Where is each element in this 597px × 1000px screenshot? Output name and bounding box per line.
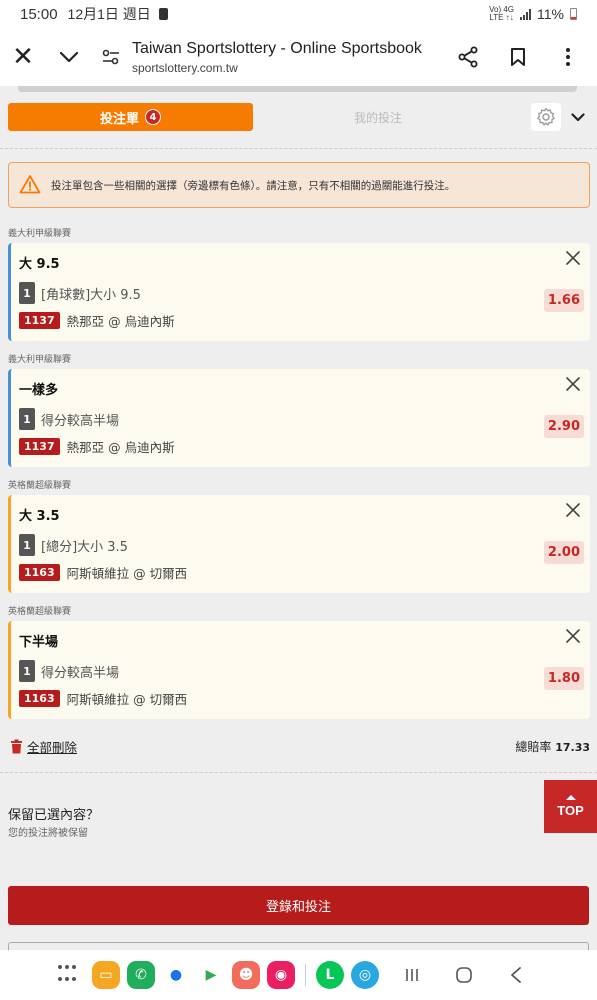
status-date: 12月1日 週日 [67, 6, 151, 22]
page-title: Taiwan Sportslottery - Online Sportsbook [132, 39, 422, 57]
leg-number: 1 [19, 534, 35, 556]
bet-card: 下半場 1 得分較高半場 1163 阿斯頓維拉 @ 切爾西 1.80 [8, 621, 590, 719]
selection-title: 一樣多 [19, 383, 59, 398]
match-name: 熱那亞 @ 烏迪內斯 [66, 440, 175, 455]
leg-number: 1 [19, 282, 35, 304]
keep-selections-title: 保留已選內容？ [8, 808, 100, 823]
login-and-bet-button[interactable]: 登錄和投注 [8, 886, 589, 925]
warning-text: 投注單包含一些相關的選擇（旁邊標有色條）。請注意，只有不相關的過關能進行投注。 [51, 179, 456, 192]
warning-icon [19, 174, 41, 197]
signal-icon [520, 8, 532, 20]
app-drawer-icon[interactable] [58, 965, 78, 985]
selection-title: 下半場 [19, 635, 59, 650]
match-id-badge: 1137 [19, 438, 60, 455]
match-id-badge: 1137 [19, 312, 60, 329]
share-icon[interactable] [445, 34, 491, 80]
page-url[interactable]: sportslottery.com.tw [132, 61, 445, 75]
bookmark-icon[interactable] [495, 34, 541, 80]
leg-number: 1 [19, 408, 35, 430]
bet-card: 一樣多 1 得分較高半場 1137 熱那亞 @ 烏迪內斯 2.90 [8, 369, 590, 467]
browser-toolbar: ✕ Taiwan Sportslottery - Online Sportsbo… [0, 28, 597, 86]
remove-selection-close-icon[interactable] [564, 249, 582, 267]
selection-title: 大 3.5 [19, 509, 60, 524]
remove-selection-close-icon[interactable] [564, 627, 582, 645]
league-label: 英格蘭超級聯賽 [8, 481, 72, 491]
back-to-top-button[interactable]: TOP [544, 780, 597, 833]
divider [0, 772, 597, 773]
league-label: 義大利甲級聯賽 [8, 355, 72, 365]
phone-app-icon[interactable]: ✆ [127, 961, 155, 989]
betslip-tabs: 投注單 4 我的投注 [8, 100, 591, 134]
bet-card: 大 3.5 1 [總分]大小 3.5 1163 阿斯頓維拉 @ 切爾西 2.00 [8, 495, 590, 593]
odds-value: 1.80 [543, 667, 584, 690]
match-name: 熱那亞 @ 烏迪內斯 [66, 314, 175, 329]
remove-selection-close-icon[interactable] [564, 501, 582, 519]
tab-betslip[interactable]: 投注單 4 [8, 103, 253, 131]
match-id-badge: 1163 [19, 690, 60, 707]
battery-percent: 11% [537, 6, 564, 22]
scroll-edge [18, 86, 577, 92]
site-settings-icon[interactable] [92, 34, 130, 80]
messages-app-icon[interactable]: ● [162, 961, 190, 989]
notification-icon [158, 8, 168, 20]
market-name: 得分較高半場 [41, 665, 120, 681]
trash-icon [11, 739, 22, 753]
close-icon[interactable]: ✕ [0, 34, 46, 80]
total-odds-value: 17.33 [555, 740, 590, 754]
match-name: 阿斯頓維拉 @ 切爾西 [66, 566, 188, 581]
market-name: [總分]大小 3.5 [41, 539, 128, 555]
bet-card: 大 9.5 1 [角球數]大小 9.5 1137 熱那亞 @ 烏迪內斯 1.66 [8, 243, 590, 341]
collapse-chevron-icon[interactable] [567, 103, 589, 131]
gear-icon[interactable] [531, 103, 561, 131]
divider [0, 148, 597, 149]
related-selections-warning: 投注單包含一些相關的選擇（旁邊標有色條）。請注意，只有不相關的過關能進行投注。 [8, 162, 590, 208]
delete-all-button[interactable]: 全部刪除 [10, 737, 77, 756]
nav-divider [305, 964, 306, 986]
odds-value: 2.90 [543, 415, 584, 438]
betslip-page: 投注單 4 我的投注 投注單包含一些相關的選擇（旁邊標有色條）。請注意，只有不相… [0, 86, 597, 950]
chevron-down-icon[interactable] [46, 34, 92, 80]
files-app-icon[interactable]: ▭ [92, 961, 120, 989]
status-bar: 15:00 12月1日 週日 Vo) 4G LTE ↑↓ 11% [0, 0, 597, 28]
keep-selections-subtitle: 您的投注將被保留 [8, 828, 88, 839]
back-icon[interactable] [490, 966, 542, 984]
play-store-icon[interactable]: ▶ [197, 961, 225, 989]
market-name: 得分較高半場 [41, 413, 120, 429]
arrow-up-icon [565, 795, 576, 800]
odds-value: 1.66 [543, 289, 584, 312]
league-label: 義大利甲級聯賽 [8, 229, 72, 239]
odds-value: 2.00 [543, 541, 584, 564]
selection-title: 大 9.5 [19, 257, 60, 272]
remove-selection-close-icon[interactable] [564, 375, 582, 393]
camera-app-icon[interactable]: ◉ [267, 961, 295, 989]
next-section-edge [8, 942, 589, 950]
contacts-app-icon[interactable]: ☻ [232, 961, 260, 989]
betslip-footer: 全部刪除 總賠率 17.33 [10, 736, 590, 756]
market-name: [角球數]大小 9.5 [41, 287, 141, 303]
total-odds: 總賠率 17.33 [515, 739, 590, 754]
home-icon[interactable] [438, 966, 490, 984]
line-app-icon[interactable]: L [316, 961, 344, 989]
status-time: 15:00 [20, 5, 58, 23]
more-options-icon[interactable] [545, 34, 591, 80]
leg-number: 1 [19, 660, 35, 682]
battery-icon [570, 8, 577, 20]
betslip-count-badge: 4 [145, 109, 161, 125]
recent-apps-icon[interactable] [386, 967, 438, 983]
android-navigation-bar: ▭ ✆ ● ▶ ☻ ◉ L ◎ [0, 950, 597, 1000]
match-id-badge: 1163 [19, 564, 60, 581]
tab-my-bets[interactable]: 我的投注 [253, 109, 503, 126]
browser-app-icon[interactable]: ◎ [351, 961, 379, 989]
network-indicator: Vo) 4G LTE ↑↓ [489, 5, 515, 22]
league-label: 英格蘭超級聯賽 [8, 607, 72, 617]
match-name: 阿斯頓維拉 @ 切爾西 [66, 692, 188, 707]
